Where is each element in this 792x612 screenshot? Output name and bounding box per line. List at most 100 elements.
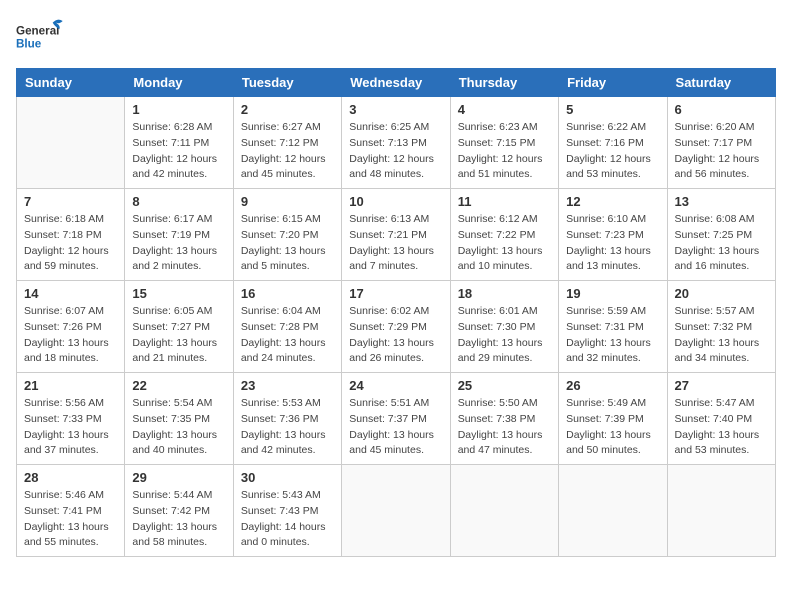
calendar-week-row: 7 Sunrise: 6:18 AMSunset: 7:18 PMDaylight… bbox=[17, 189, 776, 281]
weekday-header: Sunday bbox=[17, 69, 125, 97]
calendar-day-cell: 4 Sunrise: 6:23 AMSunset: 7:15 PMDaylight… bbox=[450, 97, 558, 189]
day-info: Sunrise: 5:56 AMSunset: 7:33 PMDaylight:… bbox=[24, 396, 117, 459]
day-info: Sunrise: 5:46 AMSunset: 7:41 PMDaylight:… bbox=[24, 488, 117, 551]
calendar-day-cell: 2 Sunrise: 6:27 AMSunset: 7:12 PMDaylight… bbox=[233, 97, 341, 189]
calendar-day-cell: 10 Sunrise: 6:13 AMSunset: 7:21 PMDayligh… bbox=[342, 189, 450, 281]
calendar-day-cell bbox=[559, 465, 667, 557]
day-info: Sunrise: 5:59 AMSunset: 7:31 PMDaylight:… bbox=[566, 304, 659, 367]
calendar-day-cell: 27 Sunrise: 5:47 AMSunset: 7:40 PMDayligh… bbox=[667, 373, 775, 465]
day-number: 19 bbox=[566, 286, 659, 301]
day-number: 16 bbox=[241, 286, 334, 301]
calendar-day-cell: 15 Sunrise: 6:05 AMSunset: 7:27 PMDayligh… bbox=[125, 281, 233, 373]
calendar-day-cell: 1 Sunrise: 6:28 AMSunset: 7:11 PMDaylight… bbox=[125, 97, 233, 189]
day-info: Sunrise: 5:54 AMSunset: 7:35 PMDaylight:… bbox=[132, 396, 225, 459]
calendar-day-cell: 30 Sunrise: 5:43 AMSunset: 7:43 PMDayligh… bbox=[233, 465, 341, 557]
day-number: 29 bbox=[132, 470, 225, 485]
calendar-week-row: 21 Sunrise: 5:56 AMSunset: 7:33 PMDayligh… bbox=[17, 373, 776, 465]
calendar-day-cell: 7 Sunrise: 6:18 AMSunset: 7:18 PMDaylight… bbox=[17, 189, 125, 281]
calendar-day-cell: 14Sunrise: 6:07 AMSunset: 7:26 PMDayligh… bbox=[17, 281, 125, 373]
day-info: Sunrise: 6:27 AMSunset: 7:12 PMDaylight:… bbox=[241, 120, 334, 183]
calendar-day-cell: 20Sunrise: 5:57 AMSunset: 7:32 PMDayligh… bbox=[667, 281, 775, 373]
calendar-day-cell: 12 Sunrise: 6:10 AMSunset: 7:23 PMDayligh… bbox=[559, 189, 667, 281]
day-info: Sunrise: 6:10 AMSunset: 7:23 PMDaylight:… bbox=[566, 212, 659, 275]
day-info: Sunrise: 6:12 AMSunset: 7:22 PMDaylight:… bbox=[458, 212, 551, 275]
day-number: 4 bbox=[458, 102, 551, 117]
day-info: Sunrise: 6:25 AMSunset: 7:13 PMDaylight:… bbox=[349, 120, 442, 183]
page-header: General Blue bbox=[16, 16, 776, 56]
day-number: 3 bbox=[349, 102, 442, 117]
day-info: Sunrise: 6:07 AMSunset: 7:26 PMDaylight:… bbox=[24, 304, 117, 367]
day-info: Sunrise: 5:50 AMSunset: 7:38 PMDaylight:… bbox=[458, 396, 551, 459]
day-info: Sunrise: 6:13 AMSunset: 7:21 PMDaylight:… bbox=[349, 212, 442, 275]
day-info: Sunrise: 6:28 AMSunset: 7:11 PMDaylight:… bbox=[132, 120, 225, 183]
calendar-day-cell: 18Sunrise: 6:01 AMSunset: 7:30 PMDayligh… bbox=[450, 281, 558, 373]
weekday-header: Tuesday bbox=[233, 69, 341, 97]
weekday-header: Saturday bbox=[667, 69, 775, 97]
day-number: 27 bbox=[675, 378, 768, 393]
calendar-day-cell: 3 Sunrise: 6:25 AMSunset: 7:13 PMDaylight… bbox=[342, 97, 450, 189]
calendar-day-cell: 9 Sunrise: 6:15 AMSunset: 7:20 PMDaylight… bbox=[233, 189, 341, 281]
day-number: 7 bbox=[24, 194, 117, 209]
day-number: 11 bbox=[458, 194, 551, 209]
calendar-day-cell: 16 Sunrise: 6:04 AMSunset: 7:28 PMDayligh… bbox=[233, 281, 341, 373]
day-info: Sunrise: 5:51 AMSunset: 7:37 PMDaylight:… bbox=[349, 396, 442, 459]
day-info: Sunrise: 6:17 AMSunset: 7:19 PMDaylight:… bbox=[132, 212, 225, 275]
calendar-week-row: 1 Sunrise: 6:28 AMSunset: 7:11 PMDaylight… bbox=[17, 97, 776, 189]
day-number: 2 bbox=[241, 102, 334, 117]
calendar-day-cell bbox=[17, 97, 125, 189]
svg-text:Blue: Blue bbox=[16, 38, 42, 51]
day-number: 26 bbox=[566, 378, 659, 393]
day-number: 21 bbox=[24, 378, 117, 393]
day-number: 10 bbox=[349, 194, 442, 209]
day-number: 1 bbox=[132, 102, 225, 117]
calendar-day-cell: 23 Sunrise: 5:53 AMSunset: 7:36 PMDayligh… bbox=[233, 373, 341, 465]
weekday-header: Wednesday bbox=[342, 69, 450, 97]
weekday-header: Thursday bbox=[450, 69, 558, 97]
day-info: Sunrise: 6:18 AMSunset: 7:18 PMDaylight:… bbox=[24, 212, 117, 275]
day-info: Sunrise: 6:02 AMSunset: 7:29 PMDaylight:… bbox=[349, 304, 442, 367]
day-info: Sunrise: 5:47 AMSunset: 7:40 PMDaylight:… bbox=[675, 396, 768, 459]
day-number: 22 bbox=[132, 378, 225, 393]
day-info: Sunrise: 5:44 AMSunset: 7:42 PMDaylight:… bbox=[132, 488, 225, 551]
calendar-week-row: 28 Sunrise: 5:46 AMSunset: 7:41 PMDayligh… bbox=[17, 465, 776, 557]
calendar-week-row: 14Sunrise: 6:07 AMSunset: 7:26 PMDayligh… bbox=[17, 281, 776, 373]
day-number: 23 bbox=[241, 378, 334, 393]
day-number: 18 bbox=[458, 286, 551, 301]
calendar-day-cell bbox=[342, 465, 450, 557]
day-number: 25 bbox=[458, 378, 551, 393]
calendar-day-cell bbox=[450, 465, 558, 557]
day-info: Sunrise: 6:08 AMSunset: 7:25 PMDaylight:… bbox=[675, 212, 768, 275]
day-number: 20 bbox=[675, 286, 768, 301]
weekday-header: Friday bbox=[559, 69, 667, 97]
logo-icon: General Blue bbox=[16, 16, 66, 56]
weekday-header: Monday bbox=[125, 69, 233, 97]
day-number: 15 bbox=[132, 286, 225, 301]
calendar-day-cell: 25 Sunrise: 5:50 AMSunset: 7:38 PMDayligh… bbox=[450, 373, 558, 465]
day-info: Sunrise: 5:53 AMSunset: 7:36 PMDaylight:… bbox=[241, 396, 334, 459]
calendar-day-cell: 26Sunrise: 5:49 AMSunset: 7:39 PMDayligh… bbox=[559, 373, 667, 465]
calendar-day-cell: 19 Sunrise: 5:59 AMSunset: 7:31 PMDayligh… bbox=[559, 281, 667, 373]
day-info: Sunrise: 6:15 AMSunset: 7:20 PMDaylight:… bbox=[241, 212, 334, 275]
calendar-day-cell bbox=[667, 465, 775, 557]
day-info: Sunrise: 5:43 AMSunset: 7:43 PMDaylight:… bbox=[241, 488, 334, 551]
weekday-header-row: SundayMondayTuesdayWednesdayThursdayFrid… bbox=[17, 69, 776, 97]
day-info: Sunrise: 6:20 AMSunset: 7:17 PMDaylight:… bbox=[675, 120, 768, 183]
calendar-day-cell: 17 Sunrise: 6:02 AMSunset: 7:29 PMDayligh… bbox=[342, 281, 450, 373]
calendar-day-cell: 8Sunrise: 6:17 AMSunset: 7:19 PMDaylight… bbox=[125, 189, 233, 281]
calendar-day-cell: 22 Sunrise: 5:54 AMSunset: 7:35 PMDayligh… bbox=[125, 373, 233, 465]
day-number: 9 bbox=[241, 194, 334, 209]
calendar-day-cell: 24 Sunrise: 5:51 AMSunset: 7:37 PMDayligh… bbox=[342, 373, 450, 465]
day-number: 12 bbox=[566, 194, 659, 209]
day-number: 6 bbox=[675, 102, 768, 117]
calendar-table: SundayMondayTuesdayWednesdayThursdayFrid… bbox=[16, 68, 776, 557]
day-number: 30 bbox=[241, 470, 334, 485]
day-number: 13 bbox=[675, 194, 768, 209]
day-info: Sunrise: 6:05 AMSunset: 7:27 PMDaylight:… bbox=[132, 304, 225, 367]
day-info: Sunrise: 6:04 AMSunset: 7:28 PMDaylight:… bbox=[241, 304, 334, 367]
svg-text:General: General bbox=[16, 24, 59, 37]
day-info: Sunrise: 6:23 AMSunset: 7:15 PMDaylight:… bbox=[458, 120, 551, 183]
calendar-day-cell: 11 Sunrise: 6:12 AMSunset: 7:22 PMDayligh… bbox=[450, 189, 558, 281]
day-number: 17 bbox=[349, 286, 442, 301]
day-number: 24 bbox=[349, 378, 442, 393]
day-number: 28 bbox=[24, 470, 117, 485]
